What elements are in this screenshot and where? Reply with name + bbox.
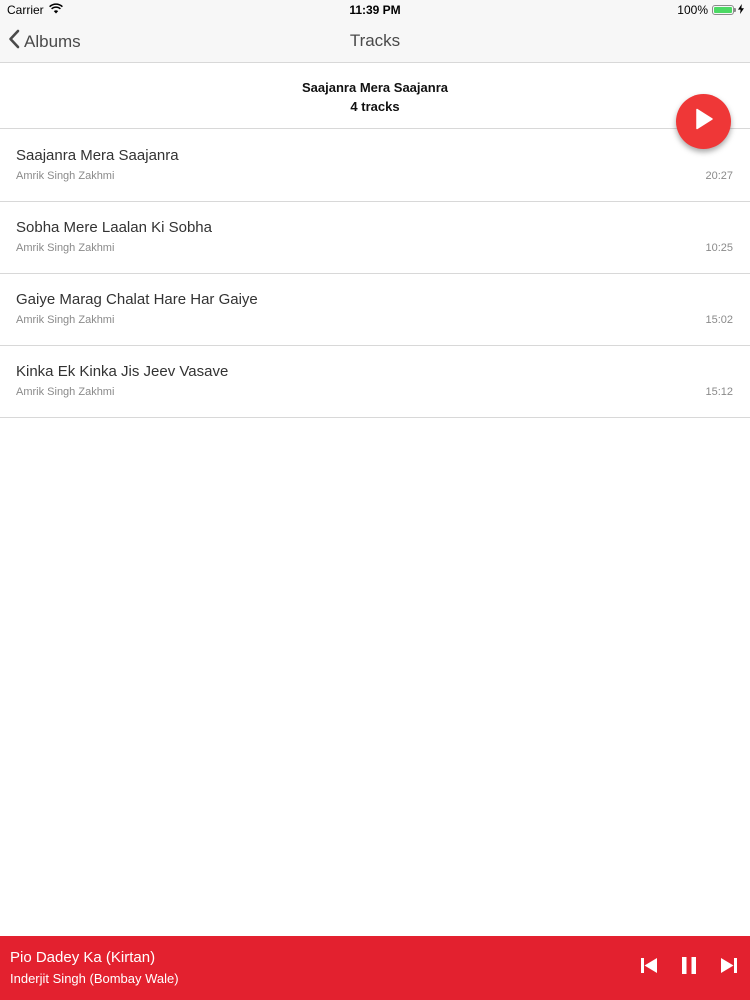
track-title: Saajanra Mera Saajanra	[16, 147, 179, 164]
track-title: Gaiye Marag Chalat Hare Har Gaiye	[16, 291, 258, 308]
track-artist: Amrik Singh Zakhmi	[16, 170, 115, 182]
status-time: 11:39 PM	[349, 3, 401, 17]
album-title: Saajanra Mera Saajanra	[302, 80, 448, 95]
track-row[interactable]: Sobha Mere Laalan Ki Sobha Amrik Singh Z…	[0, 202, 750, 274]
now-playing-artist: Inderjit Singh (Bombay Wale)	[10, 971, 179, 986]
battery-fill	[714, 7, 732, 13]
skip-previous-icon	[641, 958, 657, 978]
track-duration: 10:25	[705, 242, 733, 254]
album-header: Saajanra Mera Saajanra 4 tracks	[0, 63, 750, 129]
album-track-count: 4 tracks	[350, 99, 400, 114]
tracks-screen: Carrier 11:39 PM 100% Albums Tracks Saaj…	[0, 0, 750, 1000]
track-list: Saajanra Mera Saajanra Amrik Singh Zakhm…	[0, 130, 750, 418]
track-duration: 15:02	[705, 314, 733, 326]
pause-button[interactable]	[680, 957, 698, 979]
battery-percent: 100%	[677, 3, 708, 17]
battery-icon	[712, 5, 736, 15]
now-playing-bar[interactable]: Pio Dadey Ka (Kirtan) Inderjit Singh (Bo…	[0, 936, 750, 1000]
track-artist: Amrik Singh Zakhmi	[16, 314, 115, 326]
track-row[interactable]: Gaiye Marag Chalat Hare Har Gaiye Amrik …	[0, 274, 750, 346]
nav-title: Tracks	[349, 31, 401, 50]
track-duration: 20:27	[705, 170, 733, 182]
previous-button[interactable]	[640, 958, 658, 978]
now-playing-title: Pio Dadey Ka (Kirtan)	[10, 949, 156, 966]
track-artist: Amrik Singh Zakhmi	[16, 386, 115, 398]
next-button[interactable]	[720, 958, 738, 978]
track-row[interactable]: Kinka Ek Kinka Jis Jeev Vasave Amrik Sin…	[0, 346, 750, 418]
track-title: Kinka Ek Kinka Jis Jeev Vasave	[16, 363, 229, 380]
skip-next-icon	[721, 958, 737, 978]
status-bar: Carrier 11:39 PM 100%	[0, 0, 750, 20]
track-artist: Amrik Singh Zakhmi	[16, 242, 115, 254]
pause-icon	[682, 957, 696, 979]
navigation-bar: Albums Tracks	[0, 20, 750, 63]
status-right: 100%	[677, 3, 744, 17]
play-icon	[694, 108, 714, 135]
track-duration: 15:12	[705, 386, 733, 398]
play-all-button[interactable]	[676, 94, 731, 149]
track-title: Sobha Mere Laalan Ki Sobha	[16, 219, 212, 236]
playback-controls	[640, 957, 738, 979]
charging-icon	[738, 3, 744, 17]
track-row[interactable]: Saajanra Mera Saajanra Amrik Singh Zakhm…	[0, 130, 750, 202]
